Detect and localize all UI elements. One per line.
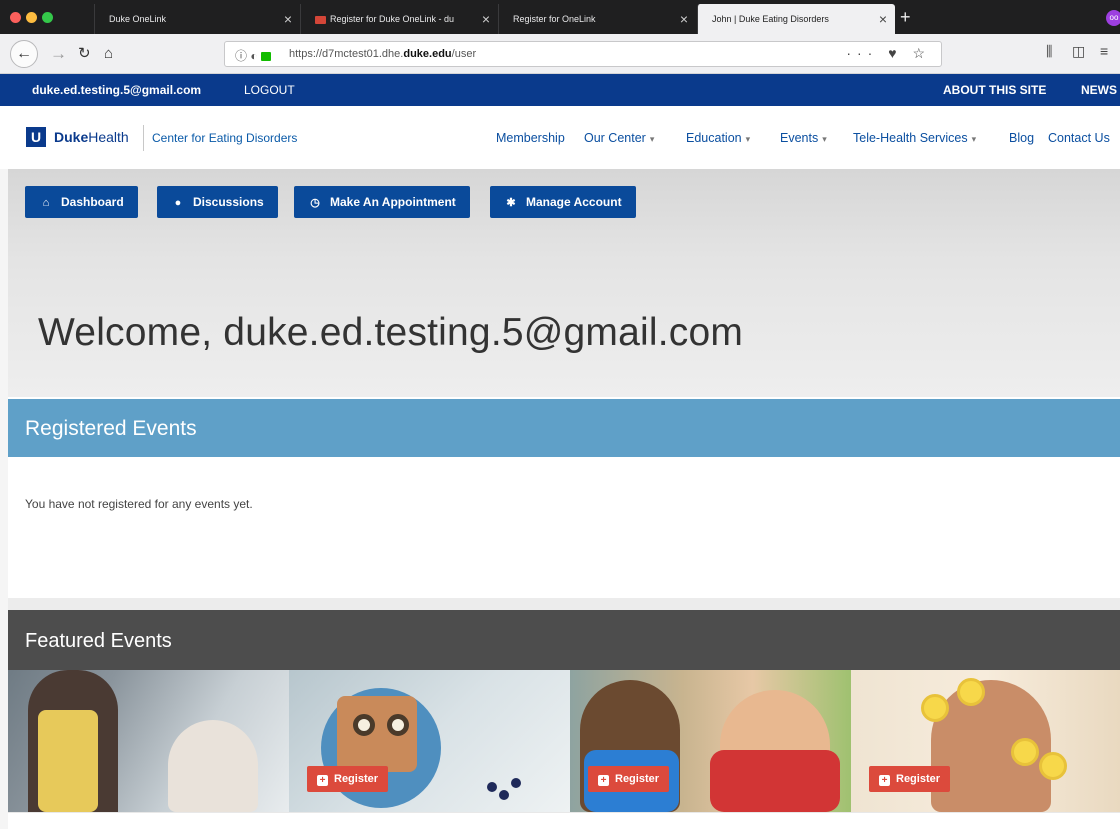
browser-tab-3[interactable]: Register for OneLink ×	[498, 4, 696, 34]
event-photo-eye	[387, 714, 409, 736]
registered-events-header: Registered Events	[8, 399, 1120, 457]
browser-tab-1[interactable]: Duke OneLink ×	[94, 4, 300, 34]
browser-nav-bar: ← → ↻ ⌂ ⓘ ◐ https://d7mctest01.dhe.duke.…	[0, 34, 1120, 74]
tab-close-icon[interactable]: ×	[680, 4, 688, 34]
menu-icon[interactable]: ≡	[1100, 43, 1108, 59]
about-site-link[interactable]: ABOUT THIS SITE	[943, 83, 1046, 97]
nav-contact-us[interactable]: Contact Us	[1048, 131, 1110, 145]
event-card-1[interactable]	[8, 670, 289, 812]
event-photo-toast	[337, 696, 417, 772]
home-icon[interactable]: ⌂	[104, 44, 113, 64]
home-icon: ⌂	[42, 197, 50, 209]
site-info-icon[interactable]: ⓘ ◐	[235, 47, 271, 64]
nav-membership[interactable]: Membership	[496, 131, 565, 145]
nav-blog[interactable]: Blog	[1009, 131, 1034, 145]
make-appointment-button[interactable]: ◷ Make An Appointment	[294, 186, 470, 218]
chevron-down-icon: ▾	[649, 134, 655, 144]
duke-health-logo[interactable]: DukeHealth	[54, 129, 129, 145]
event-photo-lemon	[1039, 752, 1067, 780]
tab-close-icon[interactable]: ×	[879, 4, 887, 34]
page-actions-icon[interactable]: ··· ♥ ☆	[846, 45, 931, 62]
browser-tab-strip: Duke OneLink × Register for Duke OneLink…	[0, 0, 1120, 34]
tab-title: Duke OneLink	[109, 14, 167, 24]
chat-icon: ●	[174, 197, 182, 209]
tab-title: John | Duke Eating Disorders	[712, 14, 829, 24]
event-photo-bib	[710, 750, 840, 812]
extension-icon[interactable]: oo	[1106, 10, 1120, 26]
url-text: https://d7mctest01.dhe.duke.edu/user	[289, 48, 477, 60]
window-close-dot[interactable]	[10, 12, 21, 23]
center-name-link[interactable]: Center for Eating Disorders	[152, 131, 297, 145]
clock-icon: ◷	[310, 197, 320, 209]
nav-education[interactable]: Education ▾	[686, 131, 750, 145]
tab-close-icon[interactable]: ×	[284, 4, 292, 34]
browser-tab-active[interactable]: John | Duke Eating Disorders ×	[697, 4, 895, 34]
welcome-hero: ⌂ Dashboard ● Discussions ◷ Make An Appoint…	[8, 169, 1120, 397]
dashboard-button[interactable]: ⌂ Dashboard	[25, 186, 138, 218]
chevron-down-icon: ▾	[822, 134, 827, 144]
event-photo-berry	[487, 782, 497, 792]
tab-title: Register for OneLink	[513, 14, 596, 24]
discussions-button[interactable]: ● Discussions	[157, 186, 278, 218]
event-card-2[interactable]: + Register	[289, 670, 570, 812]
event-photo-lemon	[957, 678, 985, 706]
news-link[interactable]: NEWS	[1081, 83, 1117, 97]
registered-events-title: Registered Events	[25, 417, 197, 440]
site-header: U DukeHealth Center for Eating Disorders…	[0, 106, 1120, 169]
register-button[interactable]: + Register	[869, 766, 951, 792]
lock-icon	[260, 52, 271, 62]
plus-icon: +	[317, 775, 328, 786]
window-zoom-dot[interactable]	[42, 12, 53, 23]
event-photo-child	[168, 720, 258, 812]
logout-link[interactable]: LOGOUT	[244, 83, 295, 97]
event-card-3[interactable]: + Register	[570, 670, 851, 812]
event-photo-eye	[353, 714, 375, 736]
event-card-4[interactable]: + Register	[851, 670, 1120, 812]
gmail-icon	[315, 15, 326, 24]
nav-events[interactable]: Events ▾	[780, 131, 827, 145]
user-email-link[interactable]: duke.ed.testing.5@gmail.com	[32, 83, 201, 97]
featured-events-header: Featured Events	[8, 610, 1120, 670]
plus-icon: +	[879, 775, 890, 786]
tab-close-icon[interactable]: ×	[482, 4, 490, 34]
event-photo-lemon	[921, 694, 949, 722]
library-icon[interactable]: ⫼	[1046, 43, 1052, 60]
register-button[interactable]: + Register	[588, 766, 670, 792]
nav-telehealth[interactable]: Tele-Health Services ▾	[853, 131, 976, 145]
url-bar[interactable]: ⓘ ◐ https://d7mctest01.dhe.duke.edu/user…	[224, 41, 942, 67]
no-events-message: You have not registered for any events y…	[25, 497, 253, 511]
plus-icon: +	[598, 775, 609, 786]
page-left-edge	[0, 74, 8, 829]
chevron-down-icon: ▾	[745, 134, 751, 144]
page-title: Welcome, duke.ed.testing.5@gmail.com	[38, 311, 744, 354]
back-arrow-icon[interactable]: ←	[10, 40, 38, 68]
featured-events-title: Featured Events	[25, 630, 172, 652]
reload-icon[interactable]: ↻	[78, 44, 91, 64]
event-photo-berry	[511, 778, 521, 788]
event-photo-apron	[38, 710, 98, 812]
utility-bar: duke.ed.testing.5@gmail.com LOGOUT ABOUT…	[0, 74, 1120, 106]
sidebar-icon[interactable]: ◫	[1072, 43, 1085, 60]
new-tab-button[interactable]: +	[900, 4, 911, 30]
brand-divider	[143, 125, 144, 151]
browser-tab-2[interactable]: Register for Duke OneLink - du ×	[300, 4, 498, 34]
tab-title: Register for Duke OneLink - du	[330, 14, 455, 24]
event-photo-berry	[499, 790, 509, 800]
gear-icon: ✱	[506, 197, 516, 209]
event-photo-lemon	[1011, 738, 1039, 766]
window-minimize-dot[interactable]	[26, 12, 37, 23]
duke-logo-icon[interactable]: U	[26, 127, 46, 147]
manage-account-button[interactable]: ✱ Manage Account	[490, 186, 636, 218]
register-button[interactable]: + Register	[307, 766, 389, 792]
forward-arrow-icon[interactable]: →	[50, 44, 67, 64]
chevron-down-icon: ▾	[971, 134, 977, 144]
card-footer-strip	[8, 812, 1120, 829]
section-divider	[8, 598, 1120, 610]
nav-our-center[interactable]: Our Center ▾	[584, 131, 654, 145]
